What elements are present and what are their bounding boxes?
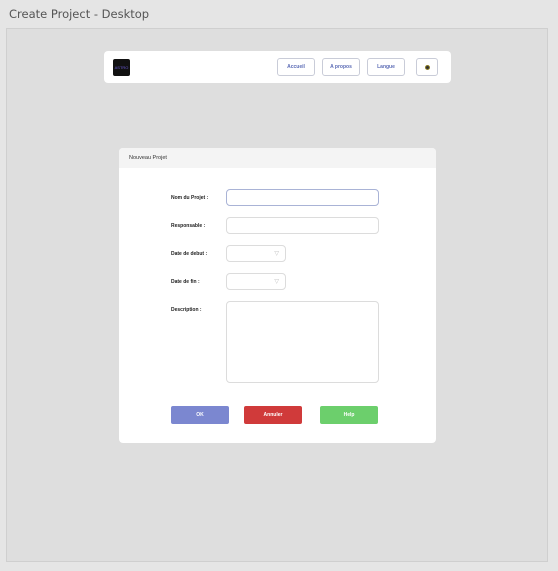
ok-button[interactable]: OK	[171, 406, 229, 424]
nav-accueil-button[interactable]: Accueil	[277, 58, 315, 76]
owner-label: Responsable :	[171, 223, 206, 229]
chevron-down-icon: ▽	[274, 279, 279, 285]
window-title: Create Project - Desktop	[9, 7, 150, 21]
help-button[interactable]: Help	[320, 406, 378, 424]
nav-apropos-button[interactable]: A propos	[322, 58, 360, 76]
end-date-label: Date de fin :	[171, 279, 200, 285]
nav-langue-button[interactable]: Langue	[367, 58, 405, 76]
new-project-form: Nouveau Projet Nom du Projet : Responsab…	[119, 148, 436, 443]
project-name-label: Nom du Projet :	[171, 195, 209, 201]
description-label: Description :	[171, 307, 202, 313]
start-date-label: Date de debut :	[171, 251, 208, 257]
app-logo[interactable]: ASTRO	[113, 59, 130, 76]
end-date-select[interactable]: ▽	[226, 273, 286, 290]
start-date-select[interactable]: ▽	[226, 245, 286, 262]
form-header: Nouveau Projet	[119, 148, 436, 168]
chevron-down-icon: ▽	[274, 251, 279, 257]
theme-toggle-button[interactable]	[416, 58, 438, 76]
cancel-button[interactable]: Annuler	[244, 406, 302, 424]
theme-dot-icon	[424, 64, 430, 70]
project-name-input[interactable]	[226, 189, 379, 206]
owner-input[interactable]	[226, 217, 379, 234]
description-textarea[interactable]	[226, 301, 379, 383]
top-navbar: ASTRO Accueil A propos Langue	[104, 51, 451, 83]
